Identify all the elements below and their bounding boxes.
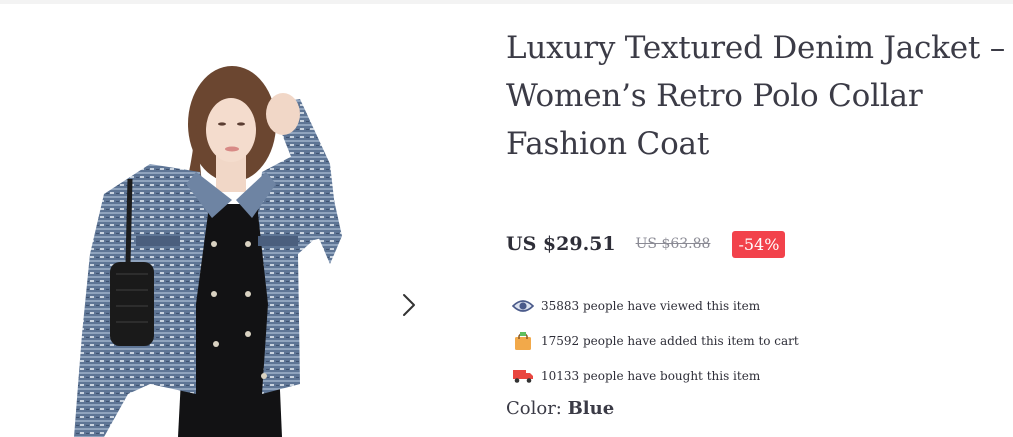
stat-viewed-text: 35883 people have viewed this item [541, 299, 761, 313]
product-gallery[interactable] [0, 4, 470, 437]
product-image [74, 66, 342, 437]
color-selector: Color: Blue [506, 398, 614, 419]
discount-badge: -54% [732, 230, 786, 258]
stat-bought: 10133 people have bought this item [512, 364, 760, 388]
original-price: US $63.88 [635, 236, 711, 252]
stat-viewed: 35883 people have viewed this item [512, 294, 760, 318]
chevron-right-icon [403, 294, 415, 316]
sale-price: US $29.51 [506, 233, 616, 255]
next-image-button[interactable] [393, 287, 425, 323]
price-row: US $29.51 US $63.88 -54% [506, 228, 786, 260]
stat-bought-text: 10133 people have bought this item [541, 369, 761, 383]
color-label: Color: [506, 398, 568, 419]
color-value: Blue [567, 398, 615, 419]
stat-cart-text: 17592 people have added this item to car… [541, 334, 799, 348]
delivery-truck-icon [512, 365, 534, 387]
stat-added-to-cart: 17592 people have added this item to car… [512, 329, 799, 353]
product-details: Luxury Textured Denim Jacket – Women’s R… [506, 0, 1013, 437]
eye-icon [512, 295, 534, 317]
product-title: Luxury Textured Denim Jacket – Women’s R… [506, 30, 1006, 162]
shopping-bag-icon [512, 330, 534, 352]
